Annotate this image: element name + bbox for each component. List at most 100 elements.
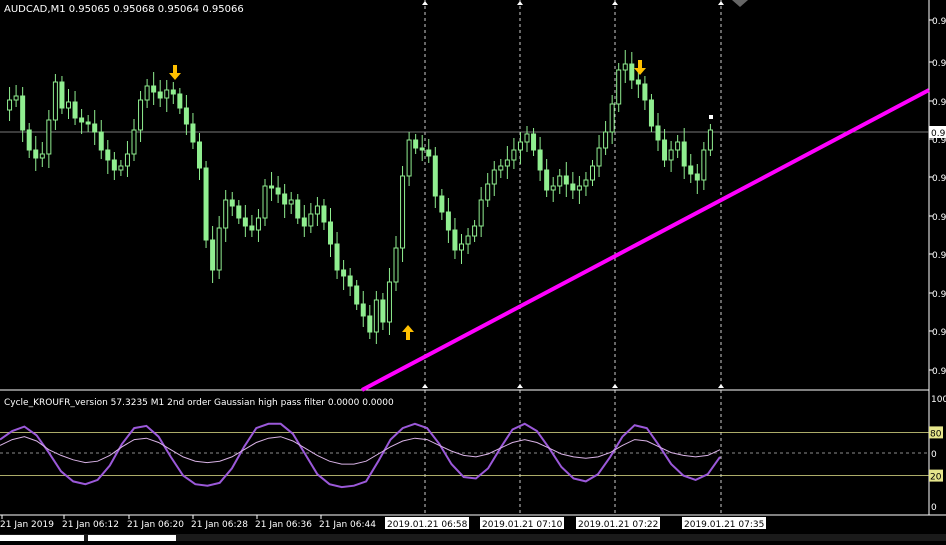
candle-body [144,85,150,101]
time-tick-label: 21 Jan 06:20 [127,520,184,530]
candle-body [550,185,556,191]
candle-body [124,153,130,167]
candle-body [517,141,523,151]
candle-body [229,199,235,207]
candle-body [701,149,707,181]
candle-body [537,149,543,171]
candle-body [262,185,268,219]
candle-body [603,131,609,149]
price-tick-label: 0.9 [932,328,946,338]
candle-body [13,95,19,101]
candle-body [92,123,98,133]
candle-body [190,123,196,143]
time-highlight-label: 2019.01.21 06:58 [387,520,468,530]
chart-svg: 0.90.90.90.90.90.90.90.90.90.9 0.9 AUDCA… [0,0,946,541]
price-tick-label: 0.9 [932,290,946,300]
candle-body [52,81,58,121]
candle-body [465,235,471,245]
candle-body [563,175,569,185]
candle-body [596,147,602,167]
indicator-tick-label: 0 [931,503,937,513]
candle-body [98,131,104,151]
candle-body [33,149,39,159]
price-tick-label: 0.9 [932,213,946,223]
candle-body [616,69,622,105]
candle-body [367,315,373,333]
price-tick-label: 0.9 [932,367,946,377]
indicator-tick-label: 100 [931,395,946,405]
candle-body [570,183,576,191]
time-highlight-label: 2019.01.21 07:10 [482,520,563,530]
candle-body [655,125,661,141]
candle-body [216,227,222,271]
candle-body [26,129,32,151]
candle-body [308,213,314,227]
candle-body [334,243,340,271]
time-highlight-label: 2019.01.21 07:22 [578,520,658,530]
price-tick-label: 0.9 [932,251,946,261]
time-tick-label: 21 Jan 06:36 [255,520,312,530]
candle-body [242,217,248,227]
tab-2[interactable] [88,535,176,541]
candle-body [59,81,65,109]
candle-body [452,229,458,251]
candle-body [445,211,451,231]
candle-body [347,275,353,287]
time-highlight-label: 2019.01.21 07:35 [684,520,764,530]
indicator-header: Cycle_KROUFR_version 57.3235 M1 2nd orde… [4,398,394,408]
candle-body [39,153,45,159]
candle-body [66,101,71,109]
candle-body [400,175,406,249]
candle-body [210,239,216,271]
candle-body [7,99,13,111]
candle-body [354,285,360,305]
candle-body [373,299,379,333]
candle-body [439,195,445,213]
candle-body [504,159,510,167]
candle-body [642,83,648,101]
main-header: AUDCAD,M1 0.95065 0.95068 0.95064 0.9506… [4,4,244,15]
candle-body [648,99,654,127]
candle-body [249,225,255,231]
candle-body [111,159,117,171]
candle-body [321,205,327,223]
candle-body [314,205,320,215]
time-tick-label: 21 Jan 2019 [0,520,54,530]
candle-body [46,119,52,155]
candle-body [341,269,347,277]
chart-root: 0.9 0.9 0.9 0.9 0.9 0.9 0.9 0.9 0.9 0.9 0.9 AUDCA… [0,0,946,541]
crosshair-dot [709,115,713,119]
indicator-tick-label: 0 [931,450,937,460]
candle-body [138,99,144,131]
candle-body [432,155,438,197]
candle-body [393,247,399,283]
candle-body [79,117,85,123]
candle-body [707,129,713,151]
candle-body [157,91,163,99]
candle-body [380,299,386,323]
candle-body [478,199,484,227]
candle-body [177,93,183,109]
candle-body [668,149,674,161]
candle-body [662,139,668,161]
price-tick-label: 0.9 [932,174,946,184]
candle-body [590,165,595,181]
candle-body [72,101,78,119]
candle-body [151,85,157,93]
candle-body [688,165,694,175]
candle-body [675,141,681,151]
candle-body [498,165,504,171]
candle-body [583,179,589,187]
candle-body [170,89,176,95]
candle-body [197,141,202,169]
candle-body [681,141,687,167]
candle-body [419,147,425,151]
candle-body [282,193,288,205]
tab-1[interactable] [0,535,84,541]
candle-body [131,129,137,155]
time-tick-label: 21 Jan 06:28 [191,520,248,530]
candle-body [118,165,124,171]
candle-body [413,139,419,149]
candle-body [557,175,563,187]
level-80-label: 80 [930,429,942,439]
